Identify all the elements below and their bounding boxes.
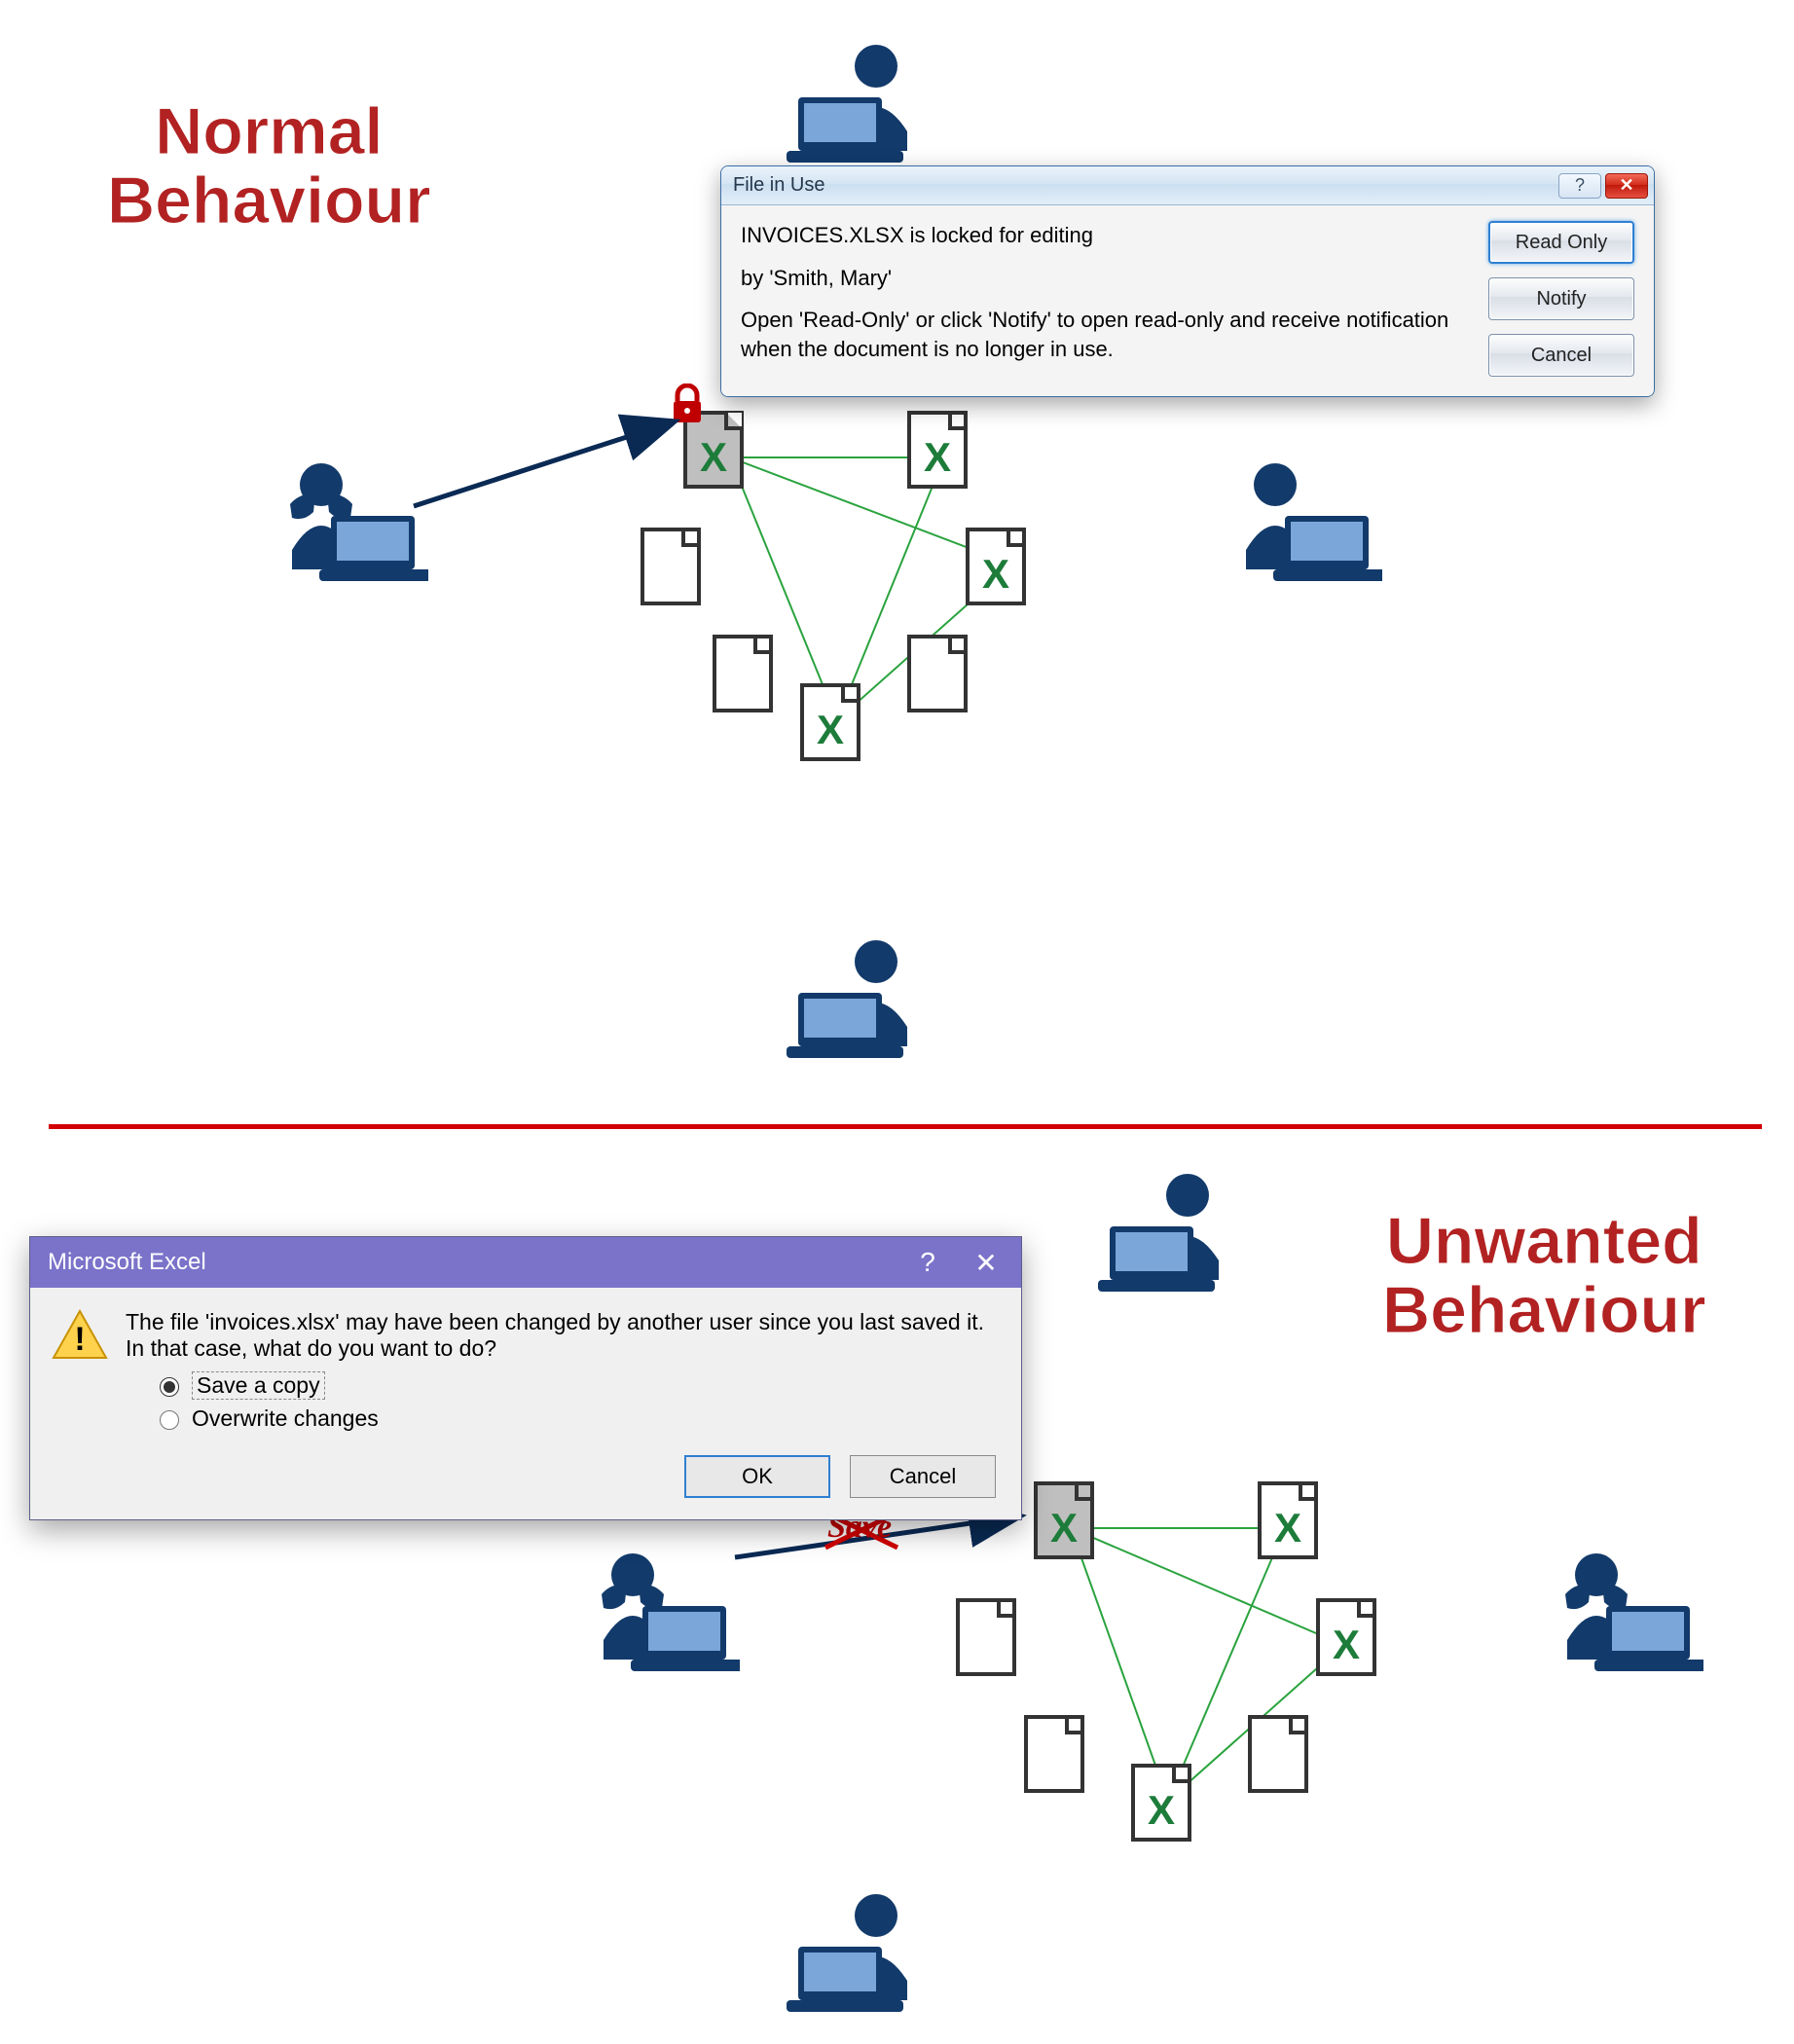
svg-text:X: X: [1148, 1787, 1175, 1833]
svg-text:X: X: [817, 707, 844, 752]
read-only-button[interactable]: Read Only: [1488, 221, 1634, 264]
title-unwanted-line2: Behaviour: [1382, 1273, 1706, 1347]
dialog-msg-line2: by 'Smith, Mary': [741, 264, 1473, 293]
arrow-to-locked: [409, 409, 691, 516]
user-top-center: [769, 39, 934, 175]
title-unwanted: Unwanted Behaviour: [1382, 1207, 1706, 1346]
dialog-msg-line1: INVOICES.XLSX is locked for editing: [741, 221, 1473, 250]
close-button[interactable]: ✕: [1605, 173, 1648, 199]
dialog-title: File in Use: [733, 174, 824, 197]
user-right-1: [1217, 457, 1382, 594]
section-divider: [49, 1124, 1762, 1129]
svg-text:X: X: [1050, 1505, 1078, 1551]
notify-button[interactable]: Notify: [1488, 277, 1634, 320]
radio-save-copy-input[interactable]: [160, 1377, 179, 1397]
warning-icon: !: [52, 1309, 108, 1438]
excel-file-1c: X: [798, 681, 862, 763]
laptop-icon: [1594, 1606, 1703, 1671]
dialog-excel-conflict: Microsoft Excel ? ✕ ! The file 'invoices…: [29, 1236, 1022, 1520]
dialog2-title: Microsoft Excel: [48, 1249, 206, 1276]
user-left-2: [574, 1548, 740, 1684]
dialog-file-in-use: File in Use ? ✕ INVOICES.XLSX is locked …: [720, 165, 1655, 397]
user-top-2: [1080, 1168, 1246, 1304]
radio-overwrite-label: Overwrite changes: [192, 1405, 379, 1432]
blank-file-1c: [905, 633, 970, 714]
user-right-2: [1538, 1548, 1703, 1684]
svg-text:X: X: [1333, 1622, 1360, 1667]
blank-file-2c: [1246, 1713, 1310, 1795]
dialog2-message: The file 'invoices.xlsx' may have been c…: [126, 1309, 996, 1362]
svg-text:!: !: [74, 1321, 85, 1358]
svg-text:X: X: [982, 551, 1009, 597]
help-button-2[interactable]: ?: [898, 1237, 957, 1288]
close-button-2[interactable]: ✕: [957, 1237, 1015, 1288]
radio-save-copy[interactable]: Save a copy: [155, 1371, 996, 1400]
cancel-button-1[interactable]: Cancel: [1488, 334, 1634, 377]
user-bottom-center-1: [769, 934, 934, 1071]
title-normal-line2: Behaviour: [107, 164, 431, 237]
blank-file-1a: [639, 526, 703, 607]
cancel-button-2[interactable]: Cancel: [850, 1455, 996, 1498]
laptop-icon: [1273, 516, 1382, 581]
title-normal: Normal Behaviour: [107, 97, 431, 237]
blank-file-2b: [1022, 1713, 1086, 1795]
radio-overwrite[interactable]: Overwrite changes: [155, 1405, 996, 1432]
svg-text:X: X: [700, 434, 727, 480]
user-bottom-2: [769, 1888, 934, 2025]
excel-file-target: X: [1032, 1479, 1096, 1561]
title-unwanted-line1: Unwanted: [1386, 1204, 1702, 1278]
excel-file-2a: X: [1256, 1479, 1320, 1561]
radio-overwrite-input[interactable]: [160, 1410, 179, 1430]
excel-file-1: X: [905, 409, 970, 491]
user-left-1: [263, 457, 428, 594]
help-button[interactable]: ?: [1558, 173, 1601, 199]
svg-text:X: X: [1274, 1505, 1301, 1551]
laptop-icon: [631, 1606, 740, 1671]
radio-save-copy-label: Save a copy: [192, 1371, 325, 1400]
title-normal-line1: Normal: [155, 94, 383, 168]
blank-file-1b: [711, 633, 775, 714]
excel-file-2c: X: [1129, 1762, 1193, 1843]
excel-file-2b: X: [1314, 1596, 1378, 1678]
ok-button[interactable]: OK: [684, 1455, 830, 1498]
laptop-icon: [319, 516, 428, 581]
dialog-msg-line3: Open 'Read-Only' or click 'Notify' to op…: [741, 306, 1473, 363]
blank-file-2a: [954, 1596, 1018, 1678]
excel-file-1b: X: [964, 526, 1028, 607]
svg-text:X: X: [924, 434, 951, 480]
